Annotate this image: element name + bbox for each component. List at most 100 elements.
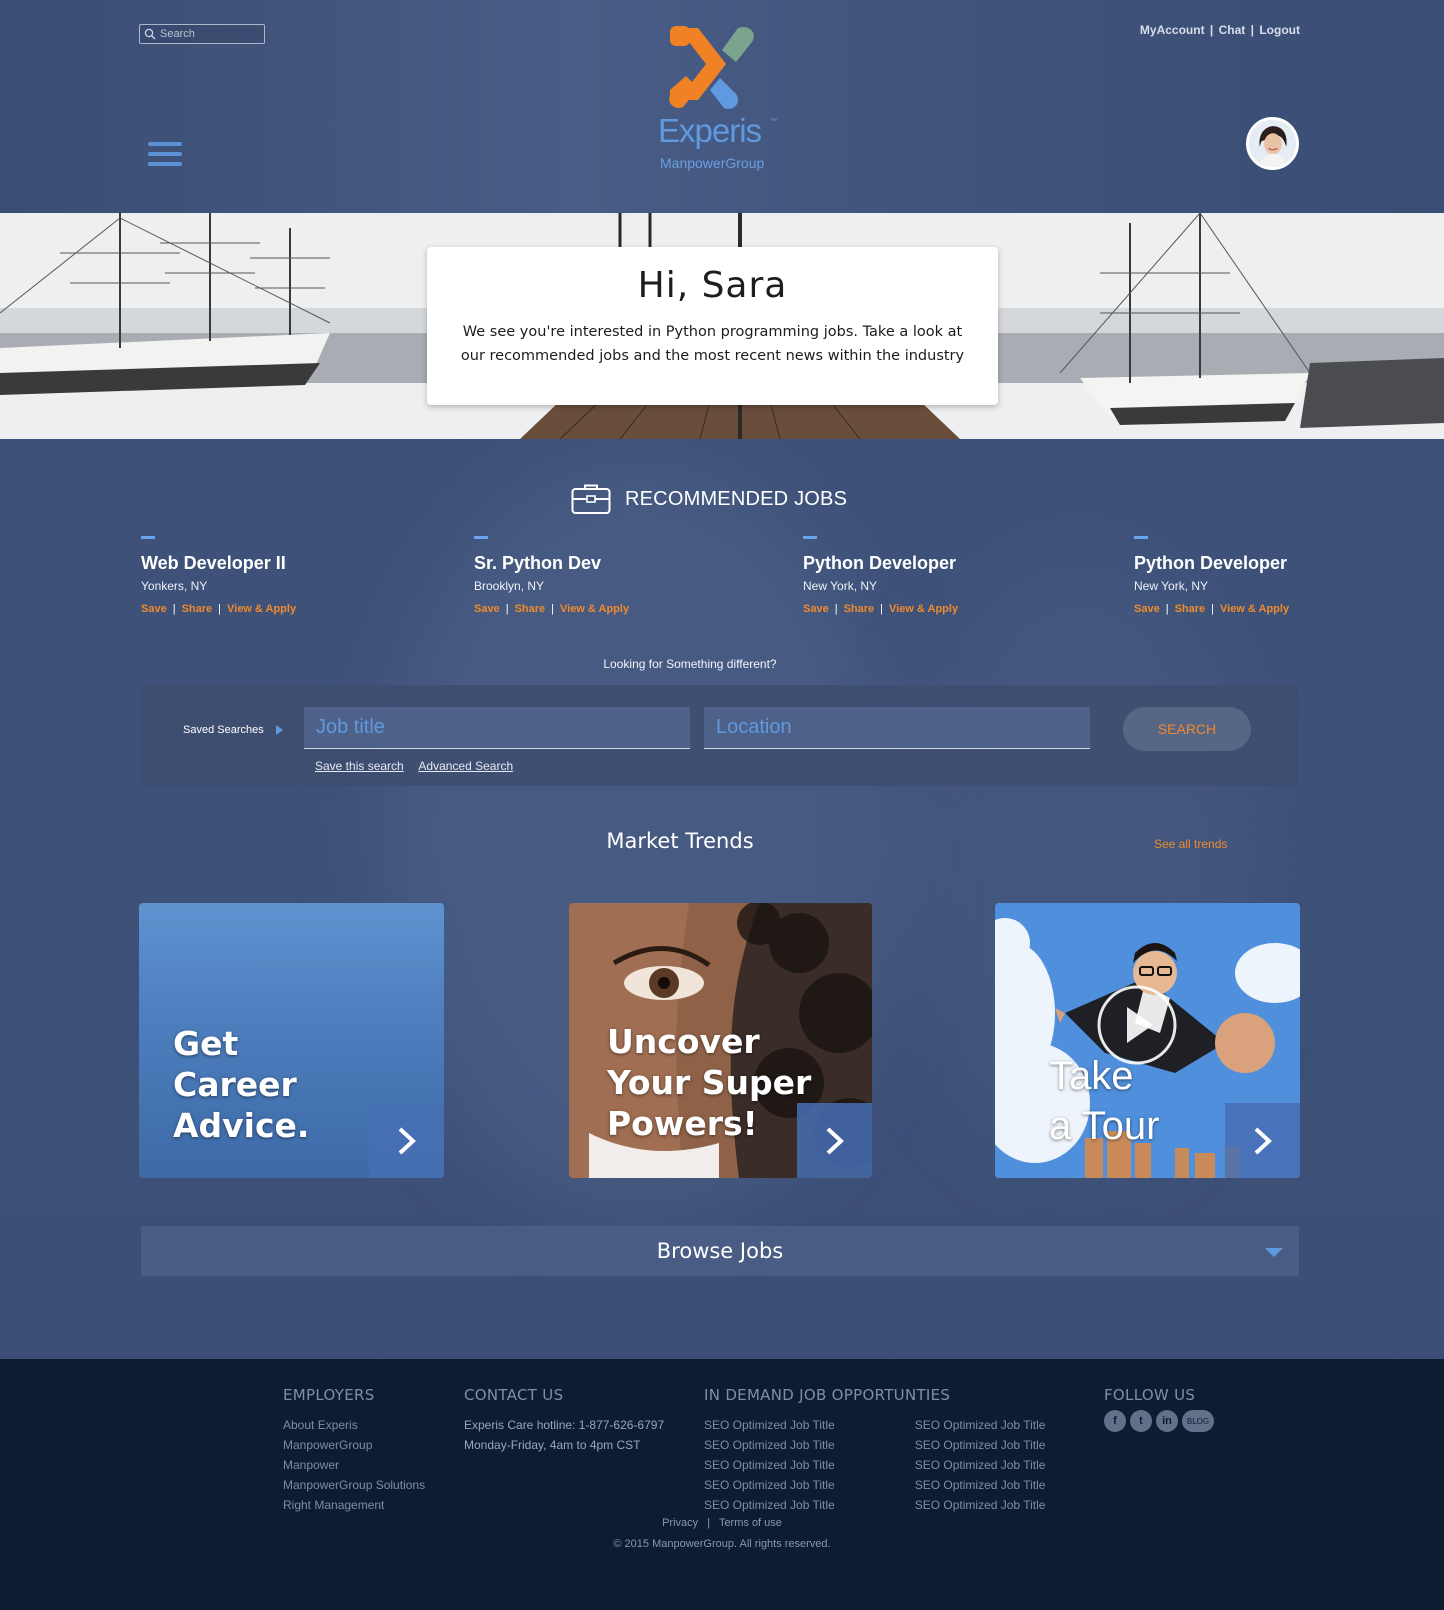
footer-heading: CONTACT US [464,1386,564,1404]
linkedin-icon[interactable]: in [1156,1410,1178,1432]
footer-heading: IN DEMAND JOB OPPORTUNTIES [704,1386,951,1404]
twitter-icon[interactable]: t [1130,1410,1152,1432]
job-location: New York, NY [1134,579,1209,593]
job-opportunity-link[interactable]: SEO Optimized Job Title [915,1435,1046,1455]
footer-heading: EMPLOYERS [283,1386,375,1404]
footer-heading: FOLLOW US [1104,1386,1196,1404]
job-title[interactable]: Python Developer [803,553,958,574]
header-search-box[interactable] [139,24,265,44]
saved-searches-label: Saved Searches [183,724,264,736]
save-job-link[interactable]: Save [141,603,167,615]
copyright-text: © 2015 ManpowerGroup. All rights reserve… [613,1538,831,1550]
job-location: New York, NY [803,579,878,593]
job-location: Yonkers, NY [141,579,208,593]
share-job-link[interactable]: Share [1175,603,1206,615]
save-search-link[interactable]: Save this search [315,759,404,773]
share-job-link[interactable]: Share [844,603,875,615]
save-job-link[interactable]: Save [1134,603,1160,615]
job-title-input[interactable] [304,707,690,748]
job-opportunity-link[interactable]: SEO Optimized Job Title [704,1415,835,1435]
tile-arrow-button[interactable] [1225,1103,1300,1178]
footer-link[interactable]: ManpowerGroup Solutions [283,1475,425,1495]
recommended-jobs-heading: RECOMMENDED JOBS [571,483,847,515]
job-opportunity-link[interactable]: SEO Optimized Job Title [915,1455,1046,1475]
header-search-input[interactable] [160,28,260,40]
advanced-search-link[interactable]: Advanced Search [418,759,513,773]
job-opportunity-link[interactable]: SEO Optimized Job Title [704,1495,835,1515]
account-links: MyAccount | Chat | Logout [1140,23,1300,37]
contact-hotline: Experis Care hotline: 1-877-626-6797 [464,1418,665,1432]
view-apply-link[interactable]: View & Apply [227,603,296,615]
chat-link[interactable]: Chat [1219,23,1246,37]
logo-trademark: ™ [770,118,777,125]
superpowers-tile[interactable]: Uncover Your Super Powers! [569,903,872,1178]
saved-searches-toggle[interactable]: Saved Searches [183,724,283,736]
see-all-trends-link[interactable]: See all trends [1154,837,1227,851]
welcome-card: Hi, Sara We see you're interested in Pyt… [427,247,998,405]
search-icon [144,28,156,40]
share-job-link[interactable]: Share [182,603,213,615]
footer-link[interactable]: ManpowerGroup [283,1435,425,1455]
user-avatar[interactable] [1246,117,1299,170]
job-opportunity-link[interactable]: SEO Optimized Job Title [915,1475,1046,1495]
facebook-icon[interactable]: f [1104,1410,1126,1432]
job-title[interactable]: Sr. Python Dev [474,553,629,574]
logo-subtitle: ManpowerGroup [660,155,765,171]
chevron-right-icon [1254,1127,1272,1154]
footer-link[interactable]: About Experis [283,1415,425,1435]
view-apply-link[interactable]: View & Apply [889,603,958,615]
location-input[interactable] [704,707,1090,748]
footer-legal-links: Privacy | Terms of use [662,1517,782,1529]
recommended-jobs-title: RECOMMENDED JOBS [625,487,848,510]
job-opportunity-link[interactable]: SEO Optimized Job Title [704,1475,835,1495]
view-apply-link[interactable]: View & Apply [560,603,629,615]
location-field[interactable] [704,707,1090,749]
site-footer: EMPLOYERS About Experis ManpowerGroup Ma… [0,1359,1444,1610]
tile-arrow-button[interactable] [369,1103,444,1178]
hero-banner: Hi, Sara We see you're interested in Pyt… [0,213,1444,439]
footer-follow: FOLLOW US f t in BLOG [1104,1386,1214,1432]
job-title[interactable]: Python Developer [1134,553,1289,574]
job-title-field[interactable] [304,707,690,749]
welcome-message: We see you're interested in Python progr… [460,324,965,364]
experis-logo-icon[interactable] [640,20,790,175]
take-tour-tile[interactable]: Take a Tour [995,903,1300,1178]
job-card: Sr. Python Dev Brooklyn, NY Save | Share | V… [474,536,629,615]
job-opportunity-link[interactable]: SEO Optimized Job Title [915,1495,1046,1515]
footer-link[interactable]: Manpower [283,1455,425,1475]
career-advice-tile[interactable]: Get Career Advice. [139,903,444,1178]
site-header: MyAccount | Chat | Logout Experis ™ Manp… [0,0,1444,213]
chevron-down-icon [1265,1248,1283,1257]
play-arrow-icon [275,725,283,735]
job-card: Python Developer New York, NY Save | Share… [803,536,958,615]
browse-jobs-label: Browse Jobs [656,1239,784,1263]
job-opportunity-link[interactable]: SEO Optimized Job Title [704,1435,835,1455]
looking-prompt: Looking for Something different? [603,657,777,671]
job-location: Brooklyn, NY [474,579,545,593]
link-separator: | [1250,23,1254,37]
chevron-right-icon [826,1127,844,1154]
terms-link[interactable]: Terms of use [719,1517,782,1529]
tile-text: Get Career Advice. [173,1024,310,1145]
job-opportunity-link[interactable]: SEO Optimized Job Title [915,1415,1046,1435]
link-separator: | [1209,23,1214,37]
blog-icon[interactable]: BLOG [1182,1410,1214,1432]
tile-text: Take a Tour [1049,1054,1160,1148]
hamburger-menu-icon[interactable] [148,142,182,168]
privacy-link[interactable]: Privacy [662,1517,698,1529]
chevron-right-icon [398,1127,416,1154]
view-apply-link[interactable]: View & Apply [1220,603,1289,615]
share-job-link[interactable]: Share [515,603,546,615]
my-account-link[interactable]: MyAccount [1140,23,1205,37]
footer-link[interactable]: Right Management [283,1495,425,1515]
tile-arrow-button[interactable] [797,1103,872,1178]
save-job-link[interactable]: Save [474,603,500,615]
job-opportunity-link[interactable]: SEO Optimized Job Title [704,1455,835,1475]
contact-hours: Monday-Friday, 4am to 4pm CST [464,1438,641,1452]
search-button[interactable]: SEARCH [1123,707,1251,751]
footer-employers: EMPLOYERS About Experis ManpowerGroup Ma… [283,1386,425,1515]
job-title[interactable]: Web Developer II [141,553,296,574]
logout-link[interactable]: Logout [1259,23,1300,37]
save-job-link[interactable]: Save [803,603,829,615]
browse-jobs-accordion[interactable]: Browse Jobs [141,1226,1299,1276]
